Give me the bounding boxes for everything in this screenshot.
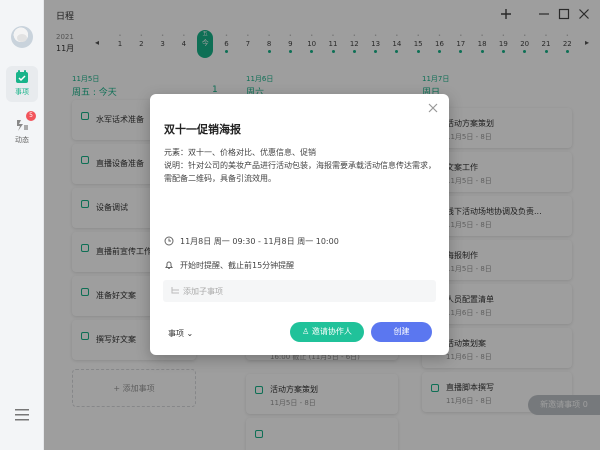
menu-icon[interactable] <box>15 409 29 421</box>
event-description-line: 说明：针对公司的美妆产品进行活动包装，海报需要承载活动信息传达需求，需配备二维码… <box>164 161 436 183</box>
activity-badge: 5 <box>26 111 36 121</box>
event-description[interactable]: 元素：双十一、价格对比、优惠信息、促销 说明：针对公司的美妆产品进行活动包装，海… <box>164 146 439 185</box>
event-time: 11月8日 周一 09:30 - 11月8日 周一 10:00 <box>180 237 339 246</box>
sidebar: 事项 5 动态 <box>0 0 44 450</box>
sidebar-item-activity[interactable]: 5 动态 <box>6 111 38 150</box>
avatar[interactable] <box>11 26 33 48</box>
event-reminder: 开始时提醒、截止前15分钟提醒 <box>180 261 295 270</box>
new-event-modal: 双十一促销海报 元素：双十一、价格对比、优惠信息、促销 说明：针对公司的美妆产品… <box>150 94 449 355</box>
event-time-row[interactable]: 11月8日 周一 09:30 - 11月8日 周一 10:00 <box>164 236 339 247</box>
event-reminder-row[interactable]: 开始时提醒、截止前15分钟提醒 <box>164 260 294 271</box>
create-button[interactable]: 创建 <box>371 322 432 342</box>
sidebar-item-label: 事项 <box>15 88 29 96</box>
invite-collaborator-button[interactable]: ♙ 邀请协作人 <box>290 322 364 342</box>
user-icon: ♙ <box>302 327 312 336</box>
invite-label: 邀请协作人 <box>311 327 352 336</box>
event-title[interactable]: 双十一促销海报 <box>164 121 241 137</box>
chevron-down-icon: ⌄ <box>186 329 194 338</box>
sidebar-item-events[interactable]: 事项 <box>6 66 38 102</box>
event-description-line: 元素：双十一、价格对比、优惠信息、促销 <box>164 148 316 157</box>
clock-icon <box>164 236 174 246</box>
close-icon[interactable] <box>427 102 439 114</box>
add-subtask-input[interactable]: 添加子事项 <box>163 280 436 302</box>
subtask-icon <box>171 287 179 294</box>
event-type-select[interactable]: 事项 ⌄ <box>168 328 193 339</box>
add-subtask-placeholder: 添加子事项 <box>183 287 223 296</box>
sidebar-item-label: 动态 <box>15 136 29 144</box>
bell-icon <box>165 261 173 269</box>
event-type-label: 事项 <box>168 329 184 338</box>
calendar-check-icon <box>16 70 28 83</box>
